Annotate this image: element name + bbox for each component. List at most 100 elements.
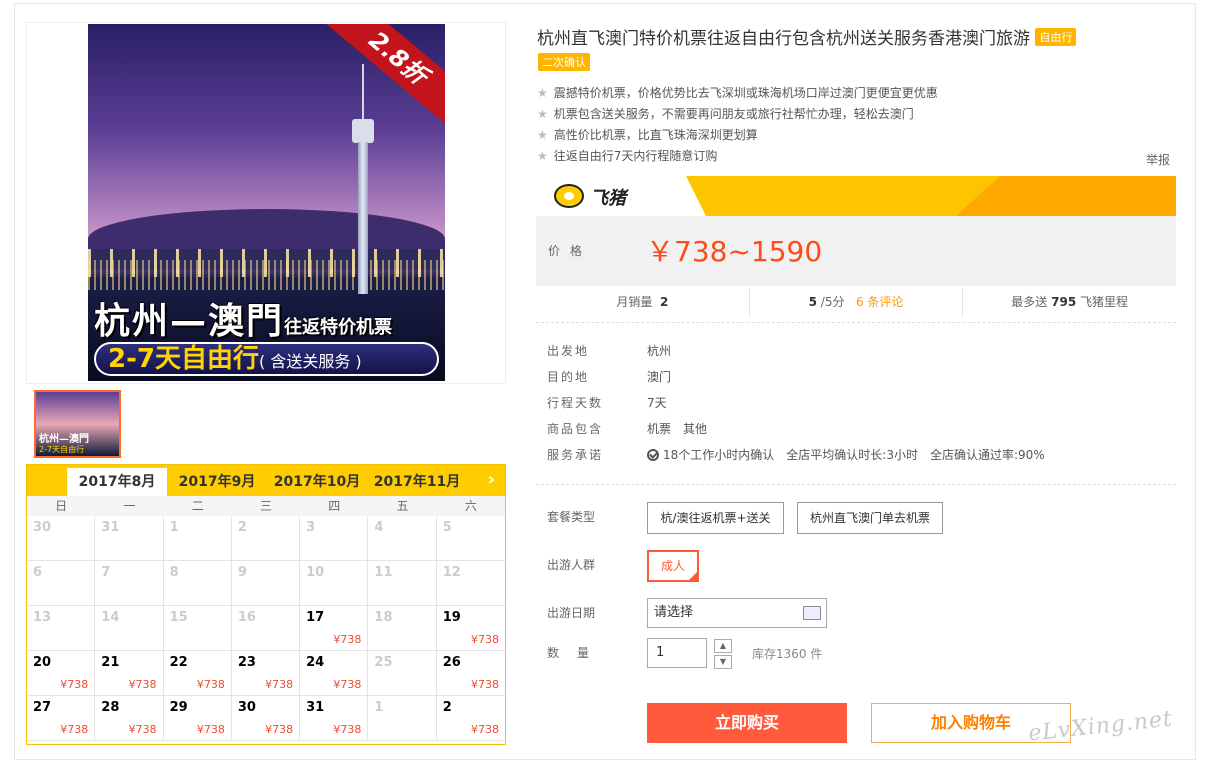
day-number: 2 — [442, 700, 452, 715]
rating-suffix: /5分 — [820, 295, 845, 309]
calendar-day[interactable]: 17 ¥738 — [300, 606, 369, 651]
poster-route-text: 杭州—澳門 — [94, 301, 285, 342]
calendar-day[interactable]: 27 ¥738 — [27, 696, 96, 741]
tab-month-3[interactable]: 2017年10月 — [267, 468, 367, 496]
product-poster: 2.8折 杭州—澳門往返特价机票 2-7天自由行( 含送关服务 ) — [88, 24, 445, 381]
day-number: 5 — [442, 520, 452, 535]
weekday-label: 日 — [55, 499, 68, 513]
day-number: 1 — [169, 520, 179, 535]
attr-days: 行程天数 7天 — [547, 390, 1057, 416]
day-number: 25 — [374, 655, 393, 670]
calendar-day[interactable]: 24 ¥738 — [300, 651, 369, 696]
feature-item: ★ 震撼特价机票，价格优势比去飞深圳或珠海机场口岸过澳门更便宜更优惠 — [537, 83, 938, 104]
day-price: ¥738 — [333, 723, 362, 736]
fliggy-logo: 飞猪 — [536, 176, 706, 216]
package-option-2[interactable]: 杭州直飞澳门单去机票 — [797, 502, 943, 534]
day-number: 17 — [306, 610, 325, 625]
report-link[interactable]: 举报 — [1146, 151, 1170, 168]
calendar-icon[interactable] — [803, 606, 821, 620]
day-price: ¥738 — [196, 723, 225, 736]
calendar-day[interactable]: 19 ¥738 — [436, 606, 505, 651]
thumbnail-1[interactable]: 杭州—澳門 2-7天自由行 — [34, 390, 121, 458]
date-label: 出游日期 — [547, 606, 596, 620]
calendar-day: 4 — [368, 516, 437, 561]
calendar-day[interactable]: 20 ¥738 — [27, 651, 96, 696]
reviews-link[interactable]: 6 条评论 — [856, 295, 903, 309]
day-number: 6 — [33, 565, 43, 580]
attr-value: 18个工作小时内确认 全店平均确认时长:3小时 全店确认通过率:90% — [647, 442, 1057, 468]
quantity-input[interactable]: 1 — [647, 638, 707, 668]
weekday-label: 二 — [191, 499, 204, 513]
attr-value: 机票 其他 — [647, 416, 719, 442]
tab-month-4[interactable]: 2017年11月 — [367, 468, 467, 496]
day-price: ¥738 — [470, 678, 499, 691]
calendar-day[interactable]: 29 ¥738 — [163, 696, 232, 741]
calendar-day[interactable]: 30 ¥738 — [231, 696, 301, 741]
calendar-day: 1 — [368, 696, 437, 741]
day-price: ¥738 — [470, 723, 499, 736]
day-number: 31 — [306, 700, 325, 715]
date-picker-input[interactable]: 请选择 — [647, 598, 827, 628]
calendar-day: 14 — [95, 606, 164, 651]
tab-month-1[interactable]: 2017年8月 — [67, 468, 167, 496]
miles: 最多送 795 飞猪里程 — [963, 288, 1176, 318]
calendar-day[interactable]: 26 ¥738 — [436, 651, 505, 696]
package-label: 套餐类型 — [547, 510, 596, 524]
package-option-1[interactable]: 杭/澳往返机票+送关 — [647, 502, 784, 534]
day-price: ¥738 — [60, 678, 89, 691]
calendar-day: 5 — [436, 516, 505, 561]
sales-label: 月销量 — [616, 295, 653, 309]
day-number: 18 — [374, 610, 393, 625]
day-number: 9 — [237, 565, 247, 580]
calendar-day: 25 — [368, 651, 437, 696]
day-price: ¥738 — [333, 633, 362, 646]
day-number: 14 — [101, 610, 120, 625]
calendar-day[interactable]: 2 ¥738 — [436, 696, 505, 741]
day-price: ¥738 — [60, 723, 89, 736]
day-number: 30 — [33, 520, 52, 535]
attr-destination: 目的地 澳门 — [547, 364, 1057, 390]
tab-month-2[interactable]: 2017年9月 — [167, 468, 267, 496]
day-price: ¥738 — [470, 633, 499, 646]
calendar-day[interactable]: 21 ¥738 — [95, 651, 164, 696]
rating-value: 5 — [808, 295, 817, 309]
day-price: ¥738 — [265, 678, 294, 691]
day-number: 3 — [306, 520, 316, 535]
people-label: 出游人群 — [547, 558, 596, 572]
sales-value: 2 — [659, 295, 669, 309]
calendar-day[interactable]: 31 ¥738 — [300, 696, 369, 741]
feature-list: ★ 震撼特价机票，价格优势比去飞深圳或珠海机场口岸过澳门更便宜更优惠 ★ 机票包含送… — [537, 83, 938, 167]
day-price: ¥738 — [265, 723, 294, 736]
calendar-day[interactable]: 23 ¥738 — [231, 651, 301, 696]
people-option-adult[interactable]: 成人 — [647, 550, 699, 582]
qty-up-icon[interactable]: ▲ — [714, 639, 732, 653]
calendar-day[interactable]: 28 ¥738 — [95, 696, 164, 741]
calendar-next-icon[interactable]: › — [488, 469, 495, 490]
star-icon: ★ — [537, 149, 548, 163]
day-number: 21 — [101, 655, 120, 670]
confirm-tag: 二次确认 — [538, 53, 590, 71]
day-number: 8 — [169, 565, 179, 580]
divider — [536, 484, 1176, 485]
day-price: ¥738 — [196, 678, 225, 691]
attr-key: 服务承诺 — [547, 448, 604, 462]
main-product-image[interactable]: 2.8折 杭州—澳門往返特价机票 2-7天自由行( 含送关服务 ) — [26, 22, 506, 384]
miles-prefix: 最多送 — [1011, 295, 1048, 309]
price-label: 价格 — [548, 244, 593, 258]
day-number: 1 — [374, 700, 384, 715]
calendar-day[interactable]: 22 ¥738 — [163, 651, 232, 696]
calendar-day: 1 — [163, 516, 232, 561]
miles-suffix: 飞猪里程 — [1080, 295, 1129, 309]
calendar-day: 10 — [300, 561, 369, 606]
day-number: 31 — [101, 520, 120, 535]
calendar-day: 16 — [231, 606, 301, 651]
qty-down-icon[interactable]: ▼ — [714, 655, 732, 669]
day-number: 26 — [442, 655, 461, 670]
day-number: 27 — [33, 700, 52, 715]
thumb-route: 杭州—澳門 — [39, 434, 89, 445]
buy-now-button[interactable]: 立即购买 — [647, 703, 847, 743]
product-title: 杭州直飞澳门特价机票往返自由行包含杭州送关服务香港澳门旅游 自由行 — [537, 24, 1077, 49]
macau-tower-graphic — [352, 64, 374, 294]
calendar-day: 8 — [163, 561, 232, 606]
calendar-day: 30 — [27, 516, 96, 561]
